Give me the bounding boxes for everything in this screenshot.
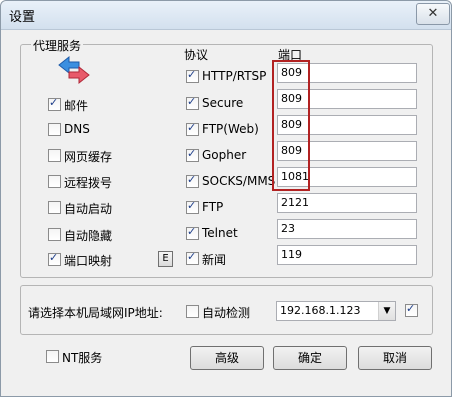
port-mapping-edit-button[interactable]: E: [158, 251, 173, 267]
socks-mms-checkbox[interactable]: [186, 173, 199, 188]
http-rtsp-label: HTTP/RTSP: [202, 69, 267, 83]
auto-detect-label: 自动检测: [202, 306, 251, 320]
web-cache-label: 网页缓存: [64, 150, 113, 164]
advanced-button[interactable]: 高级: [190, 346, 264, 370]
port-mapping-checkbox[interactable]: [48, 251, 61, 266]
ftp-web-label: FTP(Web): [202, 122, 259, 136]
dns-checkbox[interactable]: [48, 123, 61, 136]
secure-checkbox[interactable]: [186, 95, 199, 110]
port-mapping-label: 端口映射: [64, 254, 113, 268]
ip-enable-checkbox[interactable]: [405, 302, 418, 317]
auto-hide-label: 自动隐藏: [64, 229, 113, 243]
chevron-down-icon[interactable]: ▼: [378, 302, 395, 320]
ftp-checkbox[interactable]: [186, 199, 199, 214]
news-label: 新闻: [202, 253, 227, 267]
ip-address-select[interactable]: 192.168.1.123 ▼: [276, 301, 396, 321]
auto-hide-checkbox[interactable]: [48, 228, 61, 241]
http-rtsp-checkbox[interactable]: [186, 68, 199, 83]
settings-dialog: 设置 ✕ 代理服务 协议 端口 邮件 DNS 网页缓存 远程拨号 自动启动 自动…: [0, 0, 452, 397]
title-bar: 设置 ✕: [1, 1, 451, 30]
auto-start-label: 自动启动: [64, 202, 113, 216]
socks-mms-label: SOCKS/MMS: [202, 174, 276, 188]
news-port-field[interactable]: 119: [277, 245, 417, 265]
ip-select-label: 请选择本机局域网IP地址:: [28, 306, 163, 320]
mail-label: 邮件: [64, 99, 89, 113]
telnet-label: Telnet: [202, 226, 238, 240]
ip-address-value: 192.168.1.123: [280, 304, 361, 317]
auto-detect-checkbox[interactable]: [186, 305, 199, 318]
mail-checkbox[interactable]: [48, 96, 61, 111]
ftp-web-checkbox[interactable]: [186, 121, 199, 136]
telnet-checkbox[interactable]: [186, 225, 199, 240]
window-title: 设置: [9, 10, 36, 25]
ftp-label: FTP: [202, 200, 224, 214]
proxy-group-title: 代理服务: [31, 37, 84, 54]
nt-service-label: NT服务: [62, 351, 103, 365]
nt-service-checkbox[interactable]: [46, 350, 59, 363]
secure-label: Secure: [202, 96, 244, 110]
news-checkbox[interactable]: [186, 250, 199, 265]
ok-button[interactable]: 确定: [273, 346, 347, 370]
remote-dial-checkbox[interactable]: [48, 175, 61, 188]
cancel-button[interactable]: 取消: [358, 346, 432, 370]
gopher-checkbox[interactable]: [186, 147, 199, 162]
dns-label: DNS: [64, 122, 90, 136]
ftp-port-field[interactable]: 2121: [277, 193, 417, 213]
protocol-header: 协议: [184, 48, 209, 62]
gopher-label: Gopher: [202, 148, 247, 162]
arrows-exchange-icon: [58, 55, 90, 85]
close-button[interactable]: ✕: [416, 3, 450, 25]
remote-dial-label: 远程拨号: [64, 176, 113, 190]
telnet-port-field[interactable]: 23: [277, 219, 417, 239]
web-cache-checkbox[interactable]: [48, 149, 61, 162]
port-highlight-box: [272, 60, 310, 191]
auto-start-checkbox[interactable]: [48, 201, 61, 214]
